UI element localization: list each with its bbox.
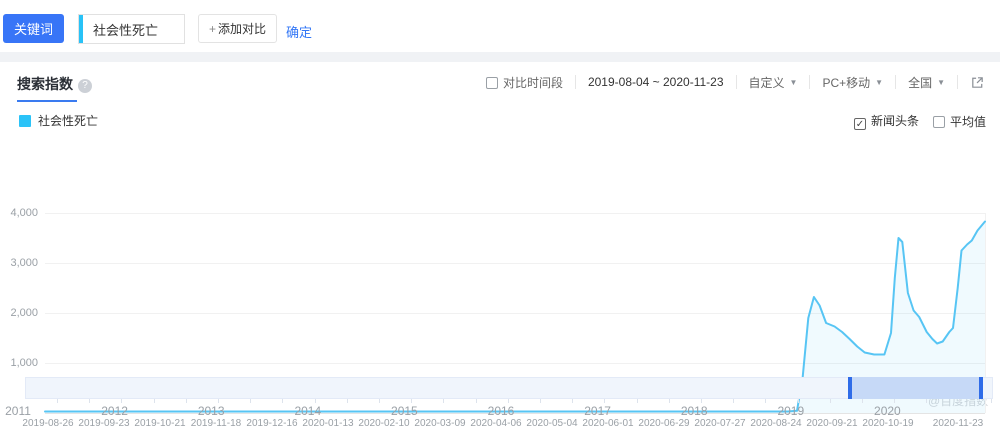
timeline-year-label: 2016 (487, 404, 515, 418)
timeline-tick (926, 399, 928, 403)
timeline-year-label: 2015 (391, 404, 418, 418)
timeline-tick (958, 399, 960, 403)
timeline-tick (540, 399, 541, 403)
y-axis-label: 4,000 (10, 207, 38, 219)
timeline-tick (990, 399, 992, 403)
timeline-year-label: 2013 (197, 404, 225, 418)
trend-chart[interactable]: @百度指数 4,0003,0002,0001,0002019-08-262019… (0, 124, 1000, 429)
keyword-color-accent (79, 15, 83, 43)
timeline-tick (701, 399, 702, 403)
tab-label: 搜索指数 (17, 76, 73, 92)
timeline-tick (797, 399, 799, 403)
confirm-link[interactable]: 确定 (286, 22, 312, 41)
timeline-tick (829, 399, 831, 403)
y-axis-label: 2,000 (10, 307, 38, 319)
timeline-tick (668, 399, 670, 403)
timeline-year-label: 2017 (584, 404, 611, 418)
timeline-tick (153, 399, 155, 403)
timeline-right-handle[interactable] (979, 377, 983, 399)
region-dropdown[interactable]: 全国 ▼ (908, 74, 945, 91)
timeline-tick (572, 399, 574, 403)
date-range-value[interactable]: 2019-08-04 ~ 2020-11-23 (588, 75, 724, 89)
keyword-input[interactable]: 社会性死亡 (78, 14, 185, 44)
export-icon[interactable] (970, 75, 985, 90)
separator (809, 75, 811, 89)
compare-period-checkbox[interactable]: 对比时间段 (485, 74, 563, 91)
timeline-year-label: 2011 (5, 404, 31, 418)
region-value: 全国 (908, 75, 933, 90)
timeline-tick (604, 399, 606, 403)
timeline-selected-range[interactable] (848, 377, 983, 399)
separator (735, 75, 737, 89)
y-axis-label: 1,000 (10, 357, 38, 369)
timeline-tick (57, 399, 58, 403)
add-compare-button[interactable]: + 添加对比 (198, 14, 277, 43)
timeline-left-handle[interactable] (848, 377, 852, 399)
chart-controls: 对比时间段 2019-08-04 ~ 2020-11-23 自定义 ▼ PC+移动… (485, 72, 985, 92)
timeline-tick (411, 399, 413, 403)
tab-active-indicator (17, 100, 77, 102)
timeline-tick (379, 399, 380, 403)
timeline-tick (89, 399, 91, 403)
timeline-year-label: 2014 (294, 404, 322, 418)
separator (574, 75, 576, 89)
y-axis-label: 3,000 (10, 257, 38, 269)
x-axis-label: 2020-10-19 (862, 418, 914, 429)
timeline-tick (121, 399, 123, 403)
tab-search-index[interactable]: 搜索指数? (17, 74, 92, 102)
compare-period-label: 对比时间段 (502, 75, 563, 90)
plus-icon: + (208, 22, 216, 36)
timeline-year-label: 2019 (777, 404, 805, 418)
timeline-tick (250, 399, 252, 403)
timeline-tick (507, 399, 509, 403)
timeline-year-label: 2018 (680, 404, 708, 418)
timeline-tick (443, 399, 445, 403)
timeline-tick (282, 399, 284, 403)
section-divider (0, 52, 1000, 62)
chevron-down-icon: ▼ (937, 77, 945, 87)
x-axis-label: 2020-11-23 (932, 418, 984, 429)
chevron-down-icon: ▼ (789, 77, 798, 87)
timeline-year-label: 2012 (101, 404, 128, 418)
device-value: PC+移动 (822, 75, 871, 90)
timeline-tick (185, 399, 187, 403)
timeline-tick (314, 399, 316, 403)
range-mode-value: 自定义 (748, 75, 785, 90)
separator (957, 75, 958, 89)
chevron-down-icon: ▼ (875, 77, 884, 87)
timeline-tick (636, 399, 638, 403)
keyword-toolbar: 关键词 社会性死亡 + 添加对比 确定 (0, 0, 1000, 52)
separator (895, 75, 897, 89)
timeline-tick (733, 399, 735, 403)
timeline-year-label: 2020 (874, 404, 901, 418)
keyword-button[interactable]: 关键词 (3, 14, 64, 43)
timeline-tick (218, 399, 219, 403)
timeline-tick (862, 399, 863, 403)
device-dropdown[interactable]: PC+移动 ▼ (822, 74, 883, 91)
checkbox-icon[interactable] (485, 76, 498, 89)
timeline-tick (475, 399, 477, 403)
keyword-input-value: 社会性死亡 (93, 22, 159, 38)
search-index-panel: 搜索指数? 对比时间段 2019-08-04 ~ 2020-11-23 自定义 ▼… (0, 62, 1000, 431)
timeline-tick (765, 399, 767, 403)
timeline-tick (346, 399, 348, 403)
add-compare-label: 添加对比 (218, 22, 267, 36)
timeline-tick (894, 399, 896, 403)
range-mode-dropdown[interactable]: 自定义 ▼ (749, 74, 798, 91)
timeline-slider[interactable] (25, 377, 993, 399)
help-icon[interactable]: ? (78, 79, 92, 93)
